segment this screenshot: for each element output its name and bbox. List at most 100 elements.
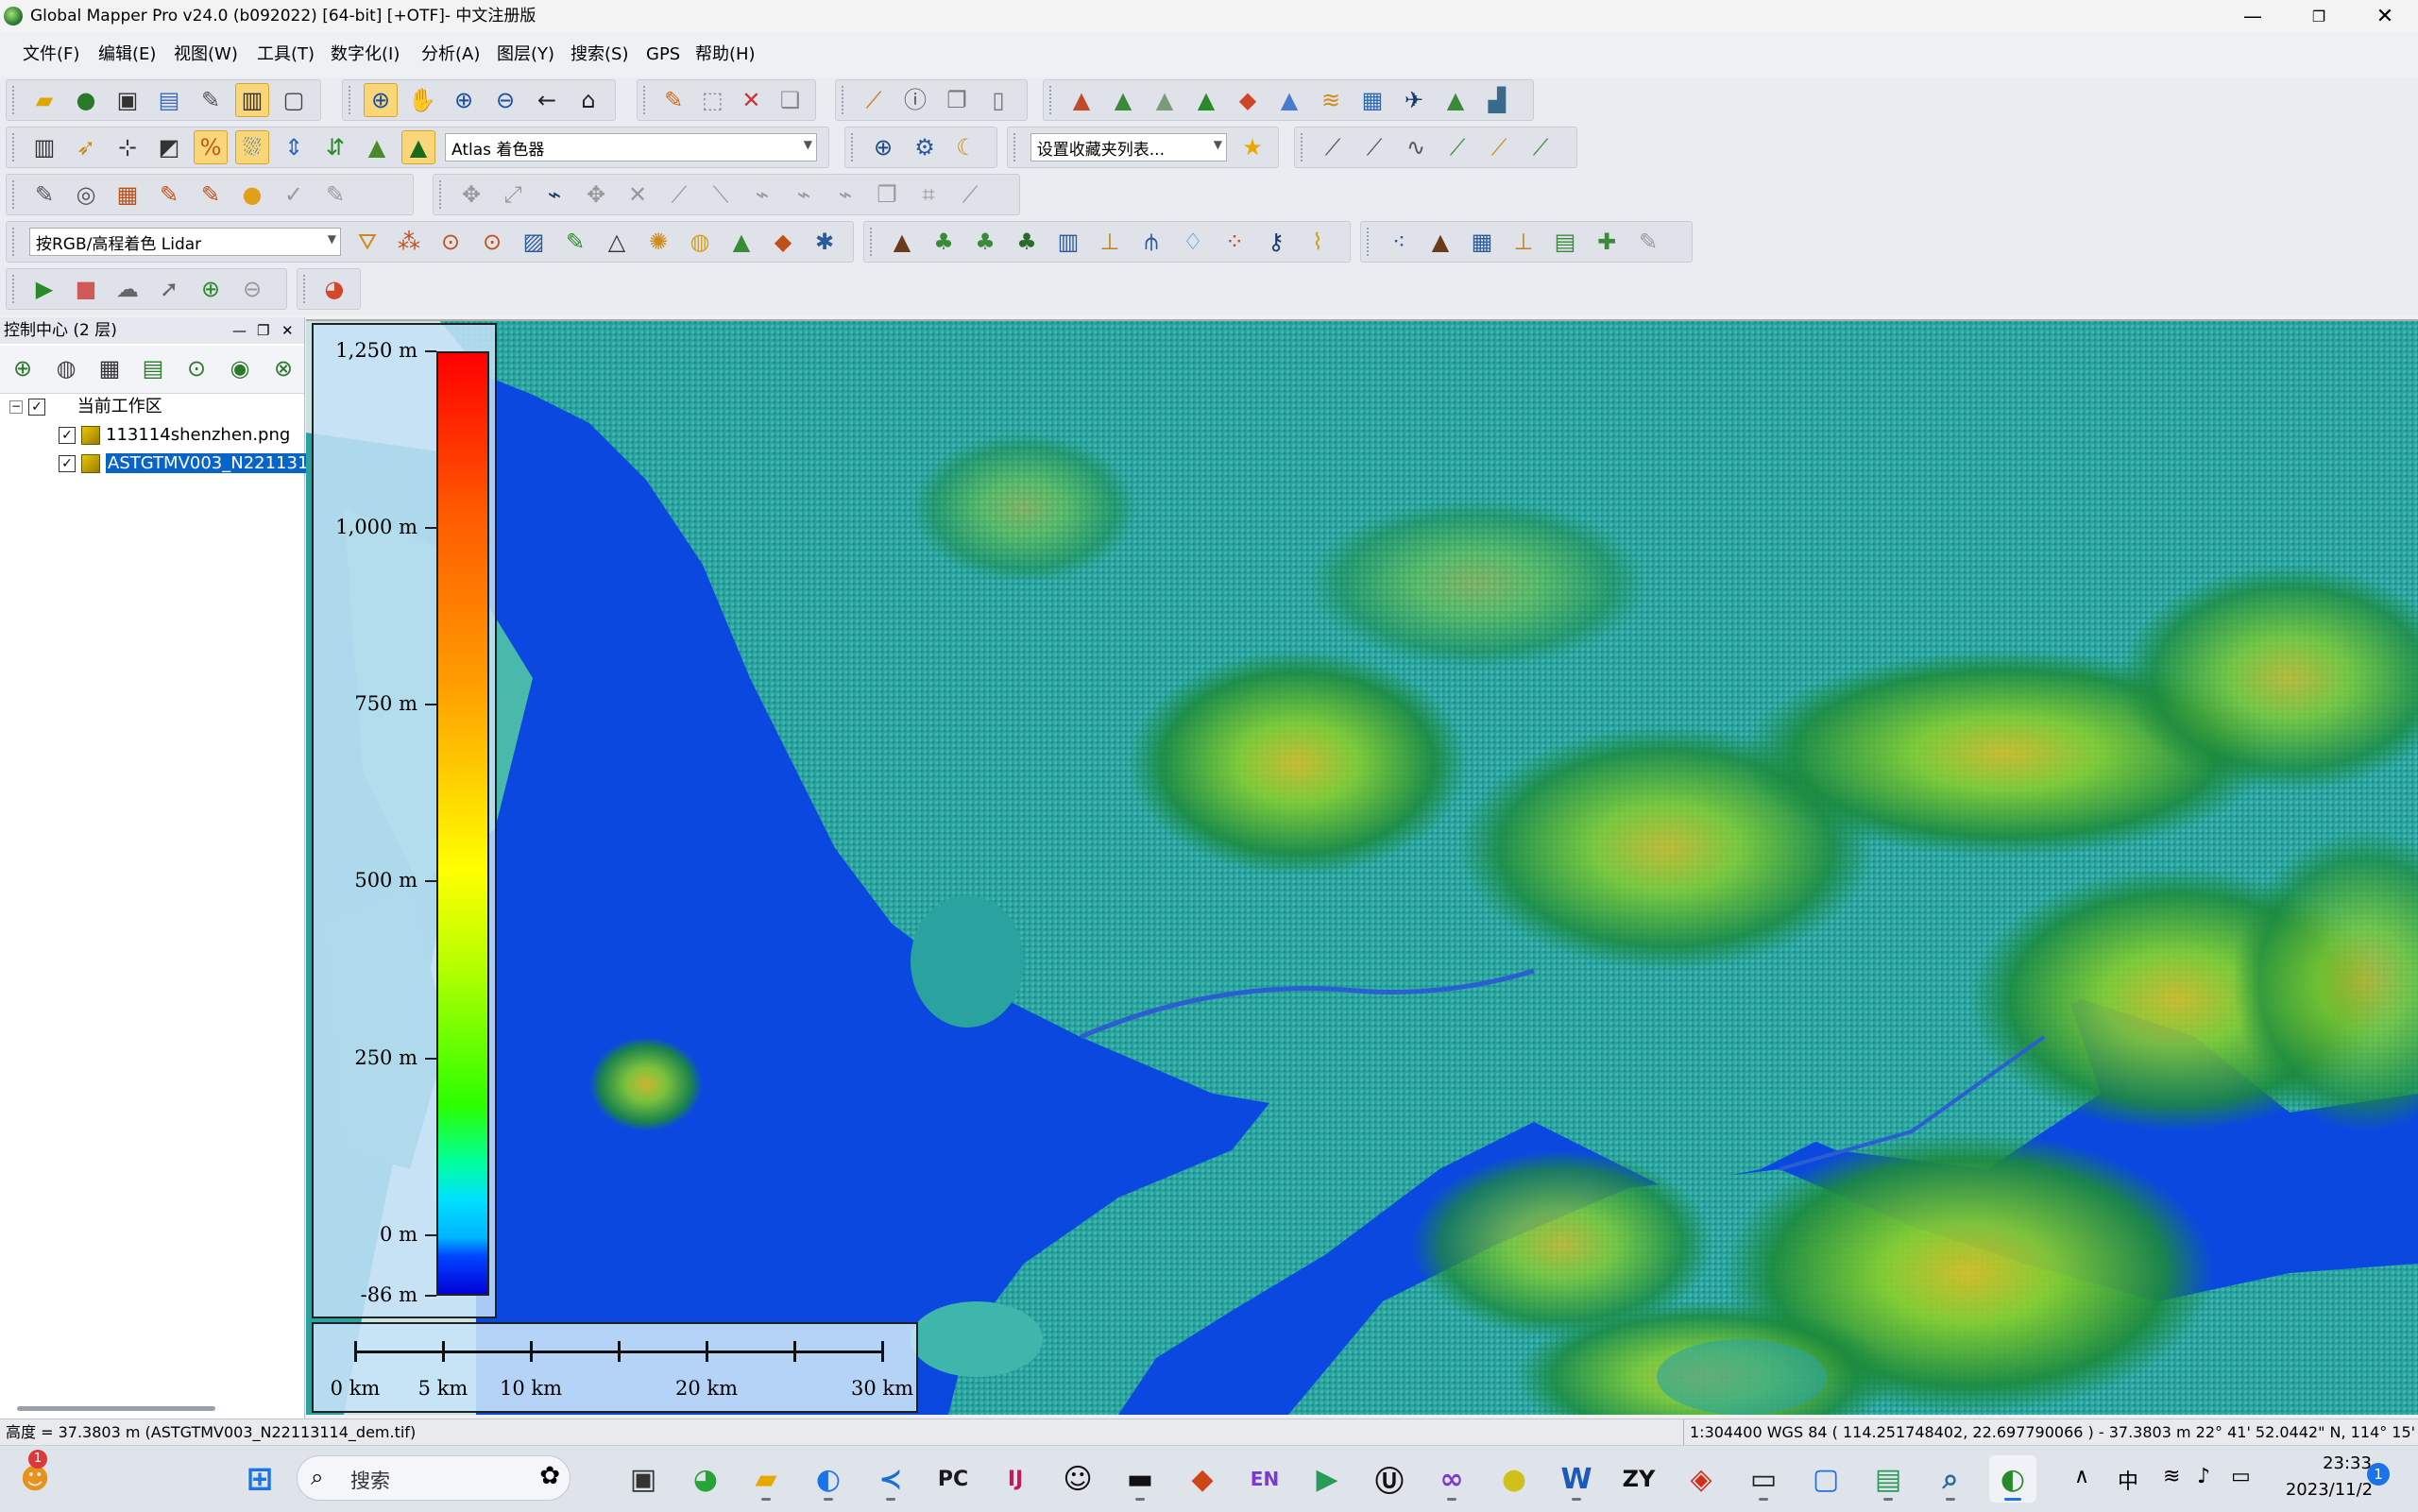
zoom-to-layer-icon[interactable]: ⊙: [179, 351, 213, 385]
panel-close-icon[interactable]: ✕: [281, 317, 294, 344]
tree-icon[interactable]: ♣: [1010, 225, 1044, 259]
stop-icon[interactable]: ■: [69, 272, 103, 306]
task-view-icon[interactable]: ▣: [620, 1455, 667, 1503]
favorites-select[interactable]: 设置收藏夹列表... ▼: [1030, 133, 1227, 161]
toolbar-grip[interactable]: [1049, 86, 1055, 114]
pan-hand-icon[interactable]: ✋: [405, 83, 439, 117]
map-view[interactable]: [306, 319, 2418, 1415]
git-icon[interactable]: ◆: [1179, 1455, 1226, 1503]
close-layer-icon[interactable]: ⊗: [266, 351, 300, 385]
split-line-icon[interactable]: ⟋: [662, 178, 696, 212]
xmind-icon[interactable]: ●: [1490, 1455, 1538, 1503]
edge-icon[interactable]: ◐: [805, 1455, 852, 1503]
puzzle-icon[interactable]: ✚: [1590, 225, 1624, 259]
grid-digitize-icon[interactable]: ▦: [111, 178, 145, 212]
file-explorer-icon[interactable]: ▰: [742, 1455, 790, 1503]
word-icon[interactable]: W: [1553, 1455, 1600, 1503]
bird-icon[interactable]: ☁: [111, 272, 145, 306]
shapes-icon[interactable]: ●: [235, 178, 269, 212]
layer-checkbox[interactable]: ✓: [59, 455, 76, 472]
cloud-icon[interactable]: ✺: [641, 225, 675, 259]
night-mode-icon[interactable]: ☾: [949, 130, 983, 164]
overview-icon[interactable]: ▢: [277, 83, 311, 117]
global-search-icon[interactable]: ⌕: [1927, 1455, 1974, 1503]
reshape-icon[interactable]: ⌁: [745, 178, 779, 212]
lidar-icon[interactable]: ≋: [1314, 83, 1348, 117]
brush-icon[interactable]: ✎: [152, 178, 186, 212]
edit-points-icon[interactable]: ✎: [558, 225, 592, 259]
pie-chart-icon[interactable]: ◕: [318, 272, 350, 306]
toolbar-grip[interactable]: [12, 86, 18, 114]
layer-row[interactable]: ✓ ASTGTMV003_N221131: [59, 451, 311, 476]
projection-globe-icon[interactable]: ⊕: [866, 130, 900, 164]
ground-icon[interactable]: ▲: [885, 225, 919, 259]
toolbar-grip[interactable]: [851, 133, 857, 161]
zy-app-icon[interactable]: ZY: [1615, 1455, 1662, 1503]
online-data-icon[interactable]: ◍: [49, 351, 83, 385]
collapse-icon[interactable]: −: [9, 400, 23, 414]
resize-icon[interactable]: ⤢: [496, 178, 530, 212]
intellij-icon[interactable]: IJ: [992, 1455, 1039, 1503]
classify-icon[interactable]: ✱: [808, 225, 842, 259]
toolbar-grip[interactable]: [1013, 133, 1019, 161]
target-icon[interactable]: ◎: [69, 178, 103, 212]
globe-icon[interactable]: ●: [69, 83, 103, 117]
draw-edit-icon[interactable]: ⟋: [1524, 130, 1558, 164]
draw-curve-icon[interactable]: ∿: [1399, 130, 1433, 164]
delete-x-icon[interactable]: ✕: [736, 83, 767, 117]
console-icon[interactable]: ▭: [1740, 1455, 1787, 1503]
fly-icon[interactable]: ➚: [152, 272, 186, 306]
feature-info-icon[interactable]: ❐: [940, 83, 974, 117]
draw-path-icon[interactable]: ⟋: [1357, 130, 1391, 164]
red-app-icon[interactable]: ◈: [1677, 1455, 1725, 1503]
layer-row[interactable]: ✓ 113114shenzhen.png: [59, 423, 290, 448]
layer-options-icon[interactable]: ▤: [136, 351, 170, 385]
root-checkbox[interactable]: ✓: [28, 399, 45, 416]
menu-digitize[interactable]: 数字化(I): [331, 43, 400, 66]
vertical-scale-icon[interactable]: ⇵: [318, 130, 352, 164]
key-icon[interactable]: ⚷: [1259, 225, 1293, 259]
triangle-icon[interactable]: △: [600, 225, 634, 259]
move-icon[interactable]: ✥: [454, 178, 488, 212]
menu-search[interactable]: 搜索(S): [570, 43, 628, 66]
contrast-icon[interactable]: ▲: [360, 130, 394, 164]
config-gear-icon[interactable]: ⚙: [908, 130, 942, 164]
contour-icon[interactable]: ▲: [1189, 83, 1223, 117]
tree-low-icon[interactable]: ♣: [968, 225, 1002, 259]
volume-icon[interactable]: ♪: [2197, 1465, 2210, 1488]
flight-icon[interactable]: ✈: [1397, 83, 1431, 117]
toolbar-grip[interactable]: [439, 180, 445, 209]
menu-gps[interactable]: GPS: [646, 43, 680, 66]
pycharm-icon[interactable]: PC: [929, 1455, 977, 1503]
noise-icon[interactable]: ⁘: [1218, 225, 1252, 259]
wrench-icon[interactable]: ✎: [194, 83, 228, 117]
volume-icon[interactable]: ▲: [1272, 83, 1306, 117]
remote-desktop-icon[interactable]: ▤: [1865, 1455, 1912, 1503]
zoom-tool-icon[interactable]: ⊕: [364, 83, 398, 117]
menu-help[interactable]: 帮助(H): [695, 43, 756, 66]
north-arrow-icon[interactable]: ➶: [69, 130, 103, 164]
tray-overflow-icon[interactable]: ∧: [2074, 1465, 2089, 1488]
start-windows-icon[interactable]: ⊞: [236, 1455, 283, 1503]
visibility-icon[interactable]: ◉: [223, 351, 257, 385]
menu-file[interactable]: 文件(F): [23, 43, 79, 66]
terrain-profile-icon[interactable]: ▲: [1064, 83, 1098, 117]
control-center-icon[interactable]: ▥: [235, 83, 269, 117]
play-icon[interactable]: ▶: [27, 272, 61, 306]
water-drop-icon[interactable]: ♢: [1176, 225, 1210, 259]
battery-icon[interactable]: ▭: [2231, 1465, 2251, 1488]
tree-root[interactable]: − ✓ 当前工作区: [9, 395, 162, 419]
wifi-icon[interactable]: ≋: [2163, 1465, 2180, 1488]
grade-icon[interactable]: ▲: [1439, 83, 1473, 117]
remove-layer-icon[interactable]: ⊖: [235, 272, 269, 306]
measure-icon[interactable]: ⟋: [953, 178, 987, 212]
maximize-button[interactable]: ❐: [2286, 0, 2352, 32]
menu-layer[interactable]: 图层(Y): [497, 43, 554, 66]
global-mapper-task-icon[interactable]: ◐: [1989, 1455, 2036, 1503]
toolbar-grip[interactable]: [842, 86, 847, 114]
panel-pin-icon[interactable]: —: [232, 317, 247, 344]
workspace-icon[interactable]: ▤: [152, 83, 186, 117]
surface-icon[interactable]: ▲: [724, 225, 758, 259]
copy-icon[interactable]: ❏: [775, 83, 806, 117]
info-icon[interactable]: ⓘ: [898, 83, 932, 117]
